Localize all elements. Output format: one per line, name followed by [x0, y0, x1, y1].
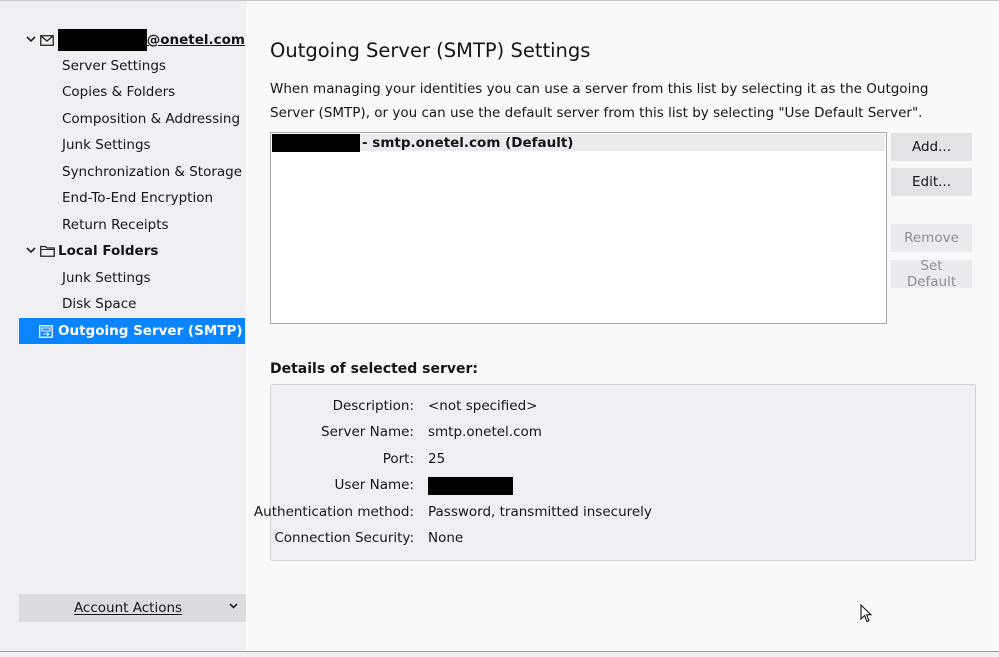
detail-auth-row: Authentication method: Password, transmi…	[254, 504, 971, 524]
detail-security-value: None	[428, 530, 464, 546]
account-email-domain: @onetel.com	[146, 32, 245, 48]
edit-server-button[interactable]: Edit...	[891, 168, 972, 196]
folder-icon	[39, 244, 55, 258]
sidebar-item-return-receipts[interactable]: Return Receipts	[62, 212, 169, 238]
envelope-icon	[39, 33, 55, 47]
detail-server-name-value: smtp.onetel.com	[428, 424, 542, 440]
sidebar-item-e2e-encryption[interactable]: End-To-End Encryption	[62, 185, 213, 211]
sidebar-item-copies-folders[interactable]: Copies & Folders	[62, 79, 175, 105]
sidebar-item-composition-addressing[interactable]: Composition & Addressing	[62, 106, 240, 132]
account-tree-item[interactable]: @onetel.com	[19, 27, 245, 53]
smtp-settings-pane: Outgoing Server (SMTP) Settings When man…	[246, 1, 999, 651]
page-title: Outgoing Server (SMTP) Settings	[270, 39, 591, 62]
account-actions-button[interactable]: Account Actions	[19, 594, 246, 622]
smtp-server-list-item[interactable]: - smtp.onetel.com (Default)	[272, 133, 885, 152]
remove-button-label: Remove	[904, 230, 959, 246]
chevron-down-icon[interactable]	[23, 246, 39, 257]
account-sidebar: @onetel.com Server Settings Copies & Fol…	[0, 1, 246, 651]
detail-port-row: Port: 25	[271, 451, 971, 471]
detail-auth-label: Authentication method:	[253, 504, 414, 520]
detail-port-label: Port:	[382, 451, 414, 467]
sidebar-item-disk-space[interactable]: Disk Space	[62, 291, 136, 317]
detail-description-row: Description: <not specified>	[271, 398, 971, 418]
detail-description-label: Description:	[332, 398, 414, 414]
redacted-server-description	[272, 133, 360, 152]
set-default-button[interactable]: Set Default	[891, 258, 972, 290]
redacted-user-name	[428, 477, 513, 495]
detail-user-name-row: User Name:	[271, 477, 971, 497]
account-name: @onetel.com	[57, 29, 245, 51]
account-actions-label: Account Actions	[73, 600, 183, 616]
remove-server-button[interactable]: Remove	[891, 224, 972, 252]
sidebar-item-outgoing-server[interactable]: Outgoing Server (SMTP)	[19, 318, 245, 344]
redacted-account-name	[57, 29, 147, 51]
details-heading: Details of selected server:	[270, 361, 479, 377]
detail-port-value: 25	[428, 451, 446, 467]
set-default-button-label: Set Default	[906, 258, 957, 290]
mouse-cursor-icon	[860, 603, 873, 627]
smtp-server-list[interactable]: - smtp.onetel.com (Default)	[270, 132, 887, 324]
add-button-label: Add...	[911, 139, 951, 155]
outgoing-server-label: Outgoing Server (SMTP)	[58, 323, 243, 339]
page-description: When managing your identities you can us…	[270, 81, 929, 121]
sidebar-item-sync-storage[interactable]: Synchronization & Storage	[62, 159, 242, 185]
detail-server-name-row: Server Name: smtp.onetel.com	[271, 424, 971, 444]
local-folders-tree-item[interactable]: Local Folders	[19, 238, 245, 264]
detail-security-row: Connection Security: None	[271, 530, 971, 550]
detail-auth-value: Password, transmitted insecurely	[428, 504, 652, 520]
detail-user-name-label: User Name:	[334, 477, 414, 493]
detail-security-label: Connection Security:	[274, 530, 414, 546]
chevron-down-icon[interactable]	[23, 35, 39, 46]
local-folders-label: Local Folders	[58, 243, 159, 259]
smtp-server-label: - smtp.onetel.com (Default)	[362, 134, 574, 151]
sidebar-item-server-settings[interactable]: Server Settings	[62, 53, 166, 79]
detail-description-value: <not specified>	[428, 398, 538, 414]
status-strip	[0, 652, 999, 657]
sidebar-item-junk-settings[interactable]: Junk Settings	[62, 132, 151, 158]
detail-server-name-label: Server Name:	[321, 424, 414, 440]
sidebar-item-local-junk-settings[interactable]: Junk Settings	[62, 265, 151, 291]
chevron-down-icon	[229, 601, 238, 612]
outgoing-server-icon	[38, 324, 54, 338]
add-server-button[interactable]: Add...	[891, 133, 972, 161]
edit-button-label: Edit...	[911, 174, 952, 190]
server-details-panel: Description: <not specified> Server Name…	[254, 384, 976, 561]
